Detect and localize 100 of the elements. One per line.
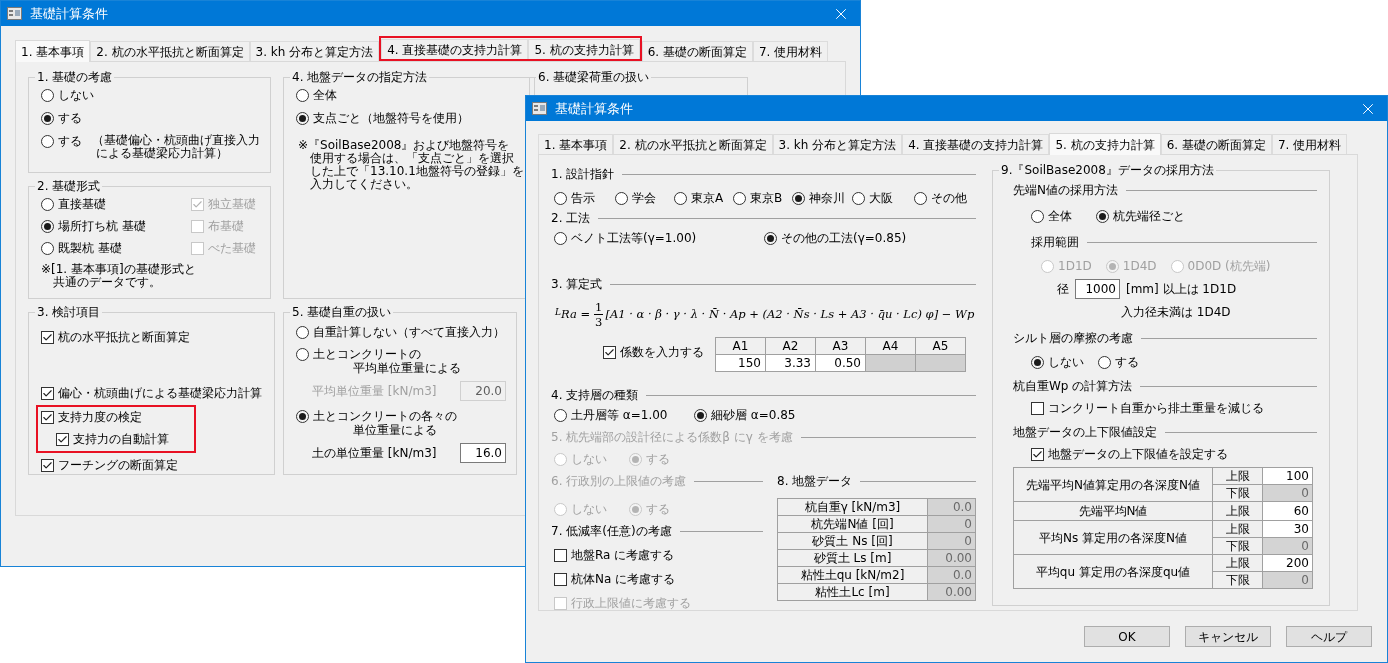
section-title: 2. 工法	[551, 210, 591, 227]
window-icon	[7, 7, 22, 20]
checkbox[interactable]: 偏心・杭頭曲げによる基礎梁応力計算	[41, 386, 262, 400]
section-title: 7. 低減率(任意)の考慮	[551, 523, 672, 540]
window-title: 基礎計算条件	[30, 4, 108, 23]
tab[interactable]: 1. 基本事項	[538, 134, 614, 154]
check-icon	[42, 459, 53, 471]
radio-button[interactable]: 場所打ち杭 基礎	[41, 219, 191, 233]
note-text: （基礎偏心・杭頭曲げ直接入力 による基礎梁応力計算）	[92, 134, 260, 160]
section-title: 地盤データの上下限値設定	[1013, 424, 1157, 441]
table-header-cell: A5	[915, 337, 966, 355]
checkbox[interactable]: 地盤Ra に考慮する	[554, 548, 763, 562]
input-field[interactable]: 1000	[1075, 279, 1120, 299]
tab[interactable]: 5. 杭の支持力計算	[1049, 133, 1161, 155]
radio-button[interactable]: 東京A	[674, 191, 733, 205]
section-title: 3. 算定式	[551, 276, 603, 293]
radio-button[interactable]: 告示	[554, 191, 615, 205]
radio-button[interactable]: その他の工法(γ=0.85)	[764, 231, 976, 245]
field-label: 平均単位重量 [kN/m3]	[312, 383, 437, 400]
checkbox[interactable]: 杭の水平抵抗と断面算定	[41, 330, 262, 344]
radio-button[interactable]: 神奈川	[792, 191, 852, 205]
check-icon	[42, 387, 53, 399]
checkbox[interactable]: 支持力度の検定	[41, 410, 194, 424]
tab[interactable]: 7. 使用材料	[1271, 134, 1348, 154]
radio-button[interactable]: 全体	[296, 88, 524, 102]
section-title: 8. 地盤データ	[777, 473, 853, 490]
section-title: 1. 設計指針	[551, 166, 615, 183]
radio-button[interactable]: 土とコンクリートの 平均単位重量による	[296, 347, 506, 375]
tab[interactable]: 5. 杭の支持力計算	[528, 39, 640, 59]
table-row-label: 先端平均N値算定用の各深度N値	[1013, 467, 1213, 502]
note-text: ※『SoilBase2008』および地盤符号を 使用する場合は、「支点ごと」を選択 した上で「13.10.1地盤符号の登録」を 入力してください。	[297, 139, 524, 191]
table-header-cell: A1	[715, 337, 766, 355]
radio-button[interactable]: 自重計算しない（すべて直接入力）	[296, 325, 506, 339]
dialog-button[interactable]: キャンセル	[1185, 626, 1271, 647]
table-header-cell: A2	[765, 337, 816, 355]
checkbox[interactable]: 係数を入力する	[603, 345, 715, 359]
checkbox[interactable]: 杭体Na に考慮する	[554, 572, 763, 586]
tab[interactable]: 7. 使用材料	[752, 41, 829, 61]
tab[interactable]: 1. 基本事項	[15, 40, 91, 62]
radio-button[interactable]: 学会	[615, 191, 674, 205]
section-title: シルト層の摩擦の考慮	[1013, 330, 1133, 347]
table-row-label: 平均Ns 算定用の各深度N値	[1013, 520, 1213, 555]
section-title: 杭自重Wp の計算方法	[1013, 378, 1133, 395]
table-header-cell: A4	[865, 337, 916, 355]
checkbox[interactable]: コンクリート自重から排土重量を減じる	[1031, 401, 1317, 415]
section-title: 先端N値の採用方法	[1013, 182, 1118, 199]
radio-button[interactable]: しない	[1031, 355, 1084, 369]
radio-button[interactable]: する	[41, 111, 82, 125]
group-title: 9.『SoilBase2008』データの採用方法	[1001, 163, 1214, 177]
tab[interactable]: 4. 直接基礎の支持力計算	[902, 134, 1050, 154]
radio-button[interactable]: する	[41, 134, 82, 148]
section-title: 6. 行政別の上限値の考慮	[551, 473, 687, 490]
window-title: 基礎計算条件	[555, 99, 633, 118]
radio-button[interactable]: 杭先端径ごと	[1096, 209, 1185, 223]
check-icon	[57, 433, 68, 445]
tab[interactable]: 2. 杭の水平抵抗と断面算定	[613, 134, 773, 154]
table-row-label: 平均qu 算定用の各深度qu値	[1013, 554, 1213, 589]
dialog-button[interactable]: OK	[1084, 626, 1170, 647]
group-title: 2. 基礎形式	[37, 179, 101, 193]
radio-button[interactable]: 全体	[1031, 209, 1072, 223]
checkbox[interactable]: 支持力の自動計算	[56, 432, 192, 446]
radio-button[interactable]: 土丹層等 α=1.00	[554, 408, 694, 422]
radio-button[interactable]: 東京B	[733, 191, 792, 205]
check-icon	[604, 346, 615, 358]
tab[interactable]: 6. 基礎の断面算定	[641, 41, 753, 61]
tab[interactable]: 2. 杭の水平抵抗と断面算定	[90, 41, 250, 61]
checkbox[interactable]: フーチングの断面算定	[41, 458, 262, 472]
input-field[interactable]: 16.0	[460, 443, 506, 463]
note-text: ※[1. 基本事項]の基礎形式と 共通のデータです。	[40, 263, 197, 289]
group-title: 6. 基礎梁荷重の扱い	[538, 70, 650, 84]
section-title: 5. 杭先端部の設計径による係数β にγ を考慮	[551, 429, 793, 446]
radio-button[interactable]: その他	[914, 191, 976, 205]
tab[interactable]: 6. 基礎の断面算定	[1160, 134, 1272, 154]
radio-button[interactable]: 直接基礎	[41, 197, 191, 211]
group-title: 1. 基礎の考慮	[37, 70, 113, 84]
tab[interactable]: 3. kh 分布と算定方法	[772, 134, 903, 154]
check-icon	[1032, 448, 1043, 460]
radio-button[interactable]: する	[1098, 355, 1139, 369]
tab[interactable]: 3. kh 分布と算定方法	[249, 41, 380, 61]
group-title: 5. 基礎自重の扱い	[292, 305, 392, 319]
radio-button[interactable]: 支点ごと（地盤符号を使用）	[296, 111, 524, 125]
table-header-cell: A3	[815, 337, 866, 355]
radio-button[interactable]: 土とコンクリートの各々の 単位重量による	[296, 409, 506, 437]
group-title: 3. 検討項目	[37, 305, 101, 319]
note-text: 入力径未満は 1D4D	[1121, 304, 1231, 321]
check-icon	[192, 198, 203, 210]
radio-button[interactable]: 細砂層 α=0.85	[694, 408, 976, 422]
field-label: 土の単位重量 [kN/m3]	[312, 445, 437, 462]
check-icon	[42, 331, 53, 343]
checkbox[interactable]: 地盤データの上下限値を設定する	[1031, 447, 1317, 461]
field-label: [mm] 以上は 1D1D	[1126, 281, 1237, 298]
radio-button[interactable]: 大阪	[852, 191, 914, 205]
table-cell[interactable]: 100	[1262, 467, 1313, 485]
radio-button[interactable]: 既製杭 基礎	[41, 241, 191, 255]
tab[interactable]: 4. 直接基礎の支持力計算	[381, 39, 529, 59]
table-cell: 上限	[1212, 467, 1263, 485]
dialog-button[interactable]: ヘルプ	[1286, 626, 1372, 647]
field-label: 径	[1057, 281, 1069, 298]
radio-button[interactable]: しない	[41, 88, 94, 102]
radio-button[interactable]: ベノト工法等(γ=1.00)	[554, 231, 764, 245]
